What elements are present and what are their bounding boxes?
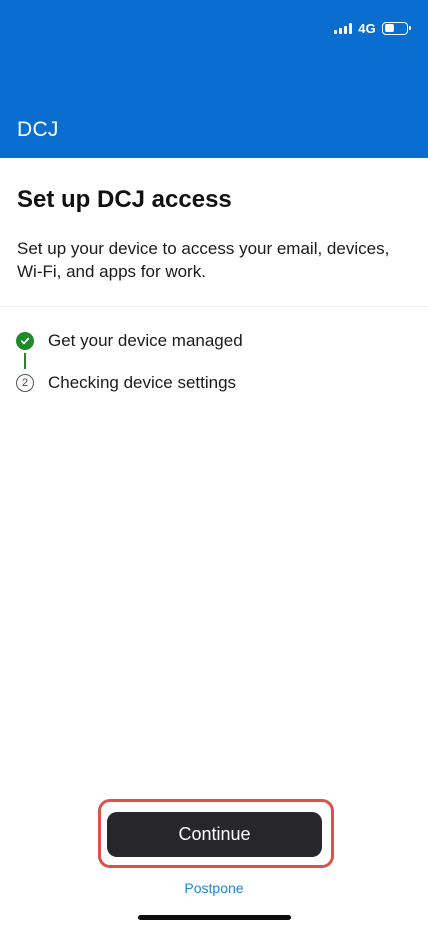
battery-level	[384, 24, 394, 32]
home-indicator[interactable]	[138, 915, 291, 920]
step-label: Checking device settings	[48, 373, 237, 392]
continue-button[interactable]: Continue	[107, 812, 322, 857]
step-connector	[24, 353, 26, 369]
page-description: Set up your device to access your email,…	[17, 239, 390, 281]
step-get-device-managed: Get your device managed	[16, 330, 412, 372]
step-number-icon: 2	[16, 374, 34, 392]
org-name: DCJ	[17, 118, 59, 141]
battery-icon	[382, 21, 411, 35]
network-type-label: 4G	[358, 20, 376, 36]
postpone-link[interactable]: Postpone	[0, 880, 428, 896]
divider	[0, 306, 428, 307]
status-bar: 4G	[334, 19, 411, 37]
app-header: 4G DCJ	[0, 0, 428, 158]
step-label: Get your device managed	[48, 331, 243, 350]
signal-strength-icon	[334, 22, 353, 34]
checkmark-icon	[16, 332, 34, 350]
step-checking-device-settings: 2 Checking device settings	[16, 372, 412, 414]
page-title: Set up DCJ access	[17, 186, 232, 213]
setup-steps: Get your device managed 2 Checking devic…	[16, 330, 412, 414]
